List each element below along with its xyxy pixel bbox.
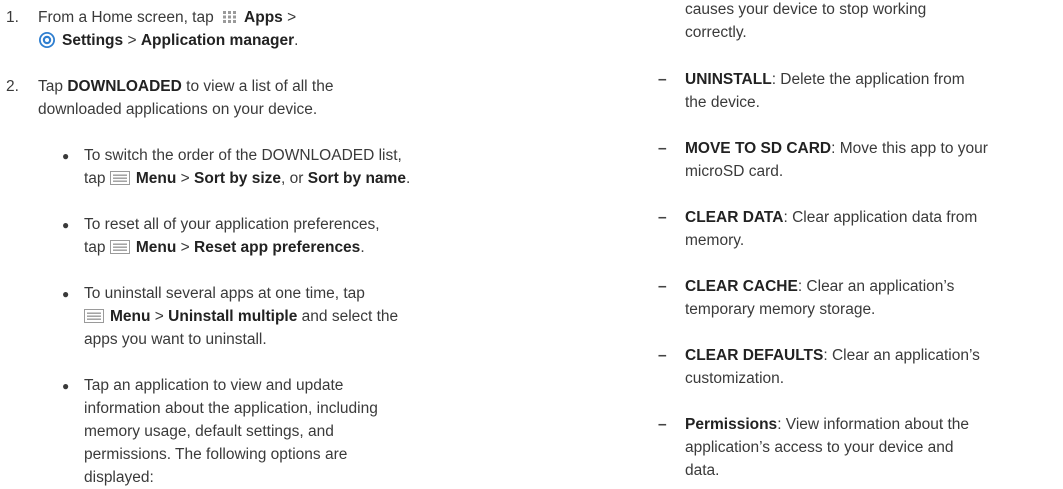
dash-glyph: – — [658, 278, 667, 295]
bullet-reset-line-2: tap Menu > Reset app preferences. — [84, 239, 365, 256]
dash-glyph: – — [658, 71, 667, 88]
option-title: CLEAR DEFAULTS — [685, 347, 824, 364]
option-title: CLEAR CACHE — [685, 278, 798, 295]
bullet-glyph: ● — [62, 218, 70, 232]
continued-line-1: causes your device to stop working — [685, 1, 927, 18]
step-1-number: 1. — [6, 9, 19, 26]
bullet-glyph: ● — [62, 287, 70, 301]
bullet-sort-line-1: To switch the order of the DOWNLOADED li… — [84, 147, 402, 164]
dash-glyph: – — [658, 209, 667, 226]
settings-label: Settings — [62, 32, 124, 49]
step-2-line-2: downloaded applications on your device. — [38, 101, 318, 118]
bullet-uninstall-line-1: To uninstall several apps at one time, t… — [84, 285, 365, 302]
bullet-uninstall-line-3: apps you want to uninstall. — [84, 331, 267, 348]
apps-grid-icon — [223, 11, 237, 23]
step-2-line-1: Tap DOWNLOADED to view a list of all the — [38, 78, 334, 95]
bullet-tap-line-4: permissions. The following options are — [84, 446, 348, 463]
bullet-tap-line-1: Tap an application to view and update — [84, 377, 344, 394]
option-title: UNINSTALL — [685, 71, 772, 88]
option-title: Permissions — [685, 416, 778, 433]
bullet-tap-line-5: displayed: — [84, 469, 154, 486]
option-title: CLEAR DATA — [685, 209, 784, 226]
bullet-tap-line-2: information about the application, inclu… — [84, 400, 378, 417]
menu-icon — [84, 309, 104, 323]
bullet-glyph: ● — [62, 379, 70, 393]
application-manager-label: Application manager — [140, 32, 295, 49]
bullet-reset-line-1: To reset all of your application prefere… — [84, 216, 380, 233]
step-1-line-2: Settings > Application manager. — [38, 30, 298, 52]
dash-glyph: – — [658, 347, 667, 364]
step-1-line-1: From a Home screen, tap Apps > — [38, 9, 297, 26]
apps-label: Apps — [244, 9, 283, 26]
bullet-glyph: ● — [62, 149, 70, 163]
continued-line-2: correctly. — [685, 24, 747, 41]
bullet-tap-line-3: memory usage, default settings, and — [84, 423, 334, 440]
bullet-uninstall-line-2: Menu > Uninstall multiple and select the — [84, 306, 398, 328]
dash-glyph: – — [658, 140, 667, 157]
option-title: MOVE TO SD CARD — [685, 140, 832, 157]
menu-icon — [109, 171, 130, 185]
downloaded-label: DOWNLOADED — [67, 78, 182, 95]
settings-gear-icon — [39, 32, 55, 48]
menu-icon — [109, 240, 130, 254]
dash-glyph: – — [658, 416, 667, 433]
step-2-number: 2. — [6, 78, 19, 95]
bullet-sort-line-2: tap Menu > Sort by size, or Sort by name… — [84, 170, 411, 187]
